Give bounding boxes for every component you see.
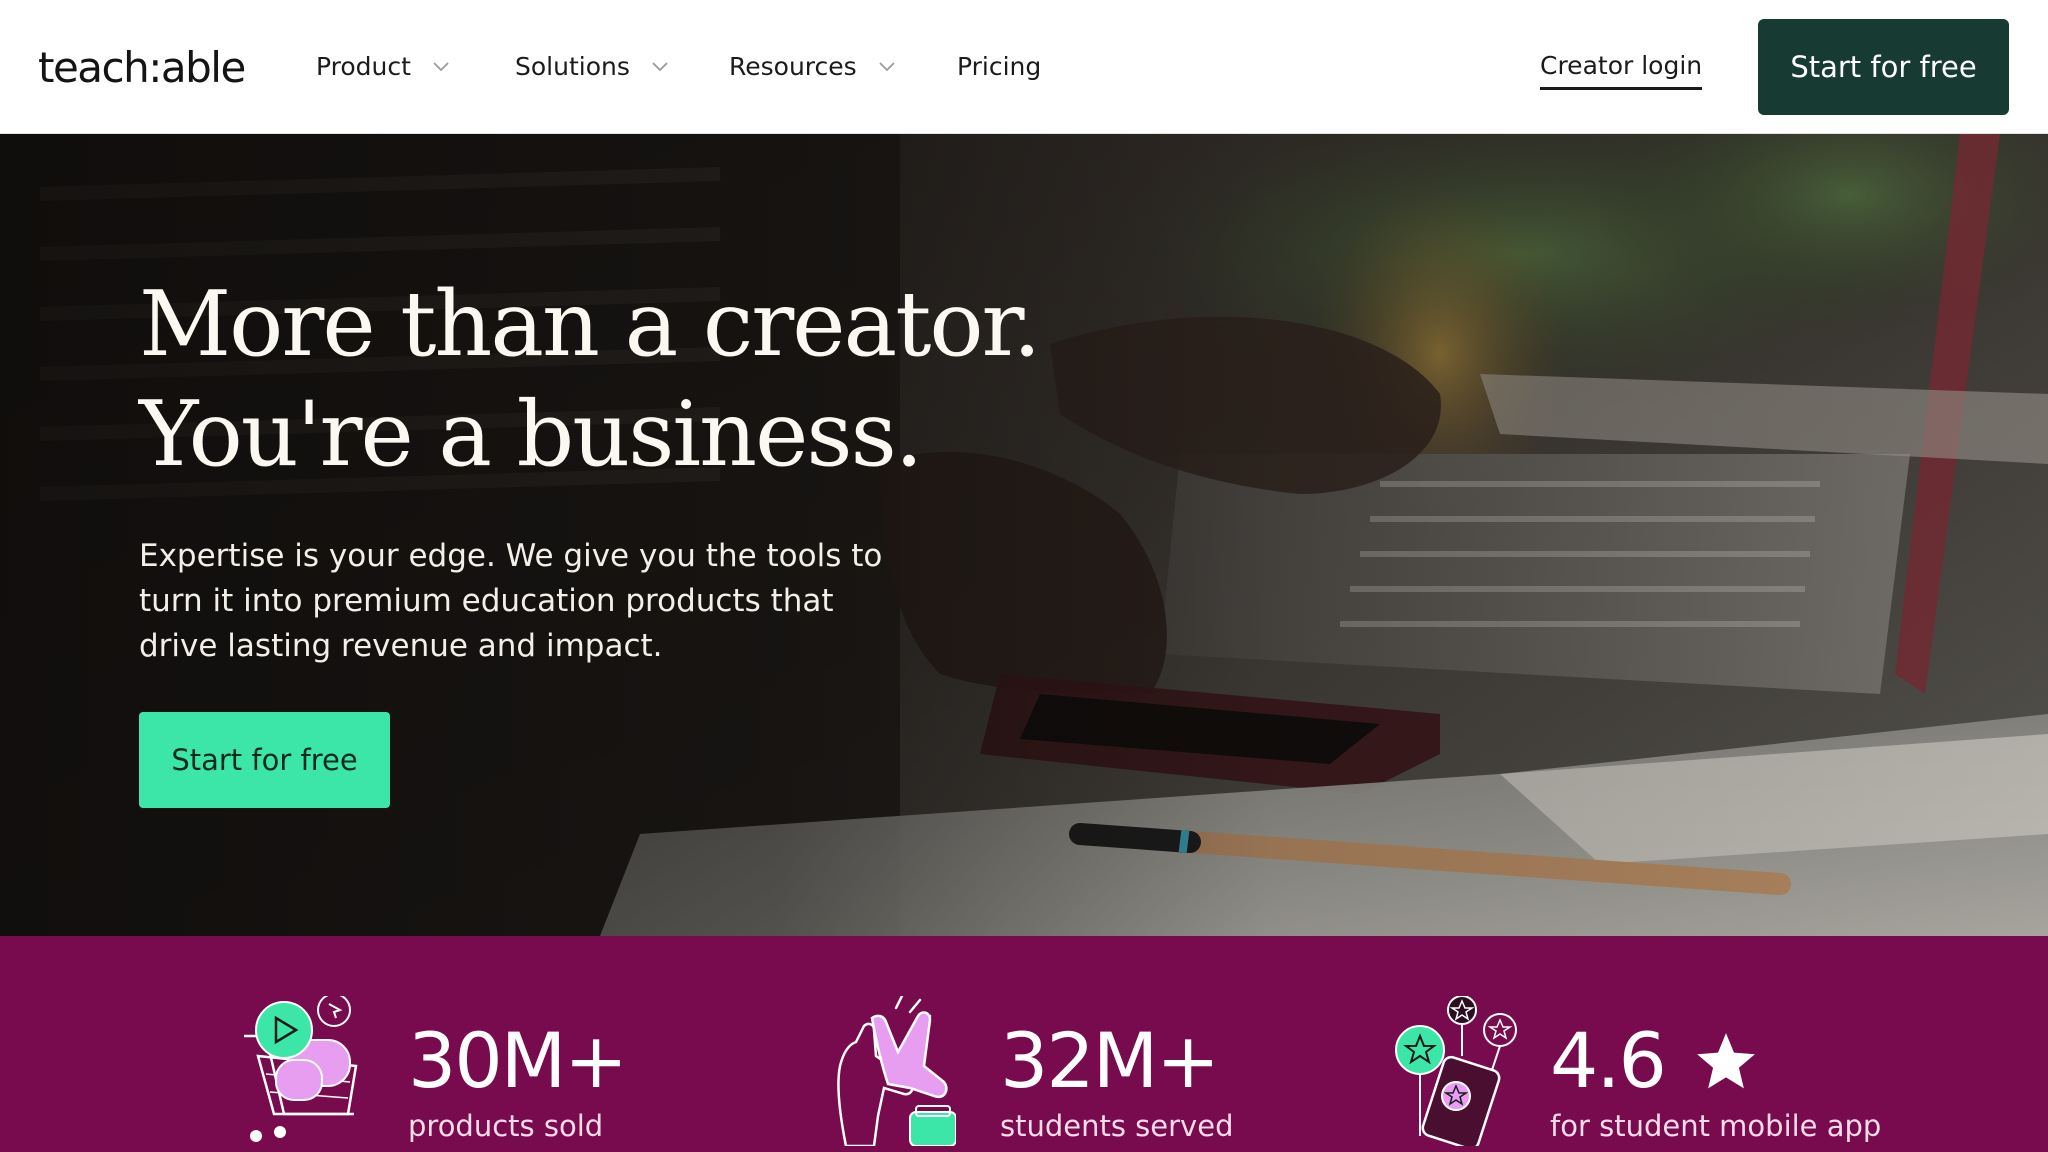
stat-value-rating-number: 4.6 [1550, 1016, 1667, 1105]
high-five-icon [837, 996, 956, 1146]
hero-start-for-free-button[interactable]: Start for free [139, 712, 390, 808]
stat-value-rating: 4.6 [1550, 1016, 1759, 1106]
stat-label-products: products sold [408, 1109, 604, 1143]
star-icon [1697, 1033, 1755, 1089]
shopping-cart-icon [244, 996, 358, 1142]
stat-label-rating: for student mobile app [1550, 1109, 1882, 1143]
chevron-down-icon [652, 62, 668, 72]
header-start-for-free-button[interactable]: Start for free [1758, 19, 2009, 115]
hero-heading-line-1: More than a creator. [139, 272, 1041, 377]
nav-item-label: Solutions [515, 51, 630, 81]
creator-login-label: Creator login [1540, 51, 1703, 80]
mobile-stars-icon [1395, 996, 1517, 1146]
creator-login-link[interactable]: Creator login [1540, 44, 1703, 90]
hero-heading: More than a creator. You're a business. [139, 270, 1139, 490]
stat-value-students: 32M+ [1000, 1016, 1220, 1105]
nav-item-label: Pricing [957, 51, 1042, 81]
teachable-logo[interactable]: teach:able [38, 40, 246, 96]
stat-value-products: 30M+ [408, 1016, 628, 1105]
nav-item-label: Product [316, 51, 411, 81]
stat-label-students: students served [1000, 1109, 1234, 1143]
nav-item-pricing[interactable]: Pricing [957, 44, 1041, 88]
link-underline [1540, 87, 1703, 90]
nav-item-solutions[interactable]: Solutions [515, 44, 672, 88]
stats-band: 30M+ products sold 32M+ students served … [0, 936, 2048, 1152]
hero-heading-line-2: You're a business. [139, 382, 923, 487]
site-header: teach:able Product Solutions Resources P… [0, 0, 2048, 134]
nav-item-label: Resources [729, 51, 857, 81]
nav-item-product[interactable]: Product [316, 44, 453, 88]
hero-subtitle: Expertise is your edge. We give you the … [139, 538, 883, 664]
nav-item-resources[interactable]: Resources [729, 44, 899, 88]
chevron-down-icon [879, 62, 895, 72]
chevron-down-icon [433, 62, 449, 72]
hero-section: More than a creator. You're a business. … [0, 134, 2048, 936]
